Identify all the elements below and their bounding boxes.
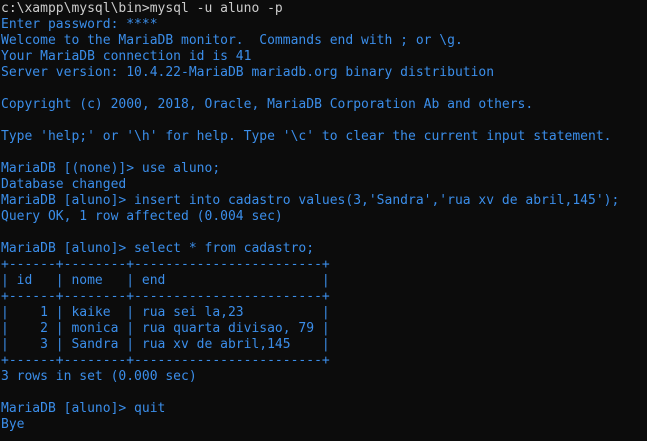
- table-row: | 3 | Sandra | rua xv de abril,145 |: [1, 337, 330, 352]
- terminal-line-query-ok: Query OK, 1 row affected (0.004 sec): [1, 209, 283, 224]
- terminal-line-select-command: MariaDB [aluno]> select * from cadastro;: [1, 241, 315, 256]
- terminal-line-command: c:\xampp\mysql\bin>mysql -u aluno -p: [1, 1, 283, 16]
- terminal-line-server-version: Server version: 10.4.22-MariaDB mariadb.…: [1, 65, 495, 80]
- terminal-line-bye: Bye: [1, 417, 25, 432]
- terminal-line-quit-command: MariaDB [aluno]> quit: [1, 401, 166, 416]
- table-row: | 1 | kaike | rua sei la,23 |: [1, 305, 330, 320]
- terminal-line-use-command: MariaDB [(none)]> use aluno;: [1, 161, 221, 176]
- terminal-line-welcome: Welcome to the MariaDB monitor. Commands…: [1, 33, 463, 48]
- terminal-line-rows-in-set: 3 rows in set (0.000 sec): [1, 369, 197, 384]
- table-border-top: +------+--------+-----------------------…: [1, 257, 330, 272]
- terminal-window[interactable]: c:\xampp\mysql\bin>mysql -u aluno -p Ent…: [0, 0, 647, 441]
- terminal-line-connection-id: Your MariaDB connection id is 41: [1, 49, 252, 64]
- table-header-row: | id | nome | end |: [1, 273, 330, 288]
- terminal-line-database-changed: Database changed: [1, 177, 127, 192]
- table-row: | 2 | monica | rua quarta divisao, 79 |: [1, 321, 330, 336]
- terminal-line-insert-command: MariaDB [aluno]> insert into cadastro va…: [1, 193, 620, 208]
- terminal-line-help: Type 'help;' or '\h' for help. Type '\c'…: [1, 129, 612, 144]
- terminal-line-password-prompt: Enter password: ****: [1, 17, 158, 32]
- terminal-line-copyright: Copyright (c) 2000, 2018, Oracle, MariaD…: [1, 97, 534, 112]
- table-border-bottom: +------+--------+-----------------------…: [1, 353, 330, 368]
- table-border-header: +------+--------+-----------------------…: [1, 289, 330, 304]
